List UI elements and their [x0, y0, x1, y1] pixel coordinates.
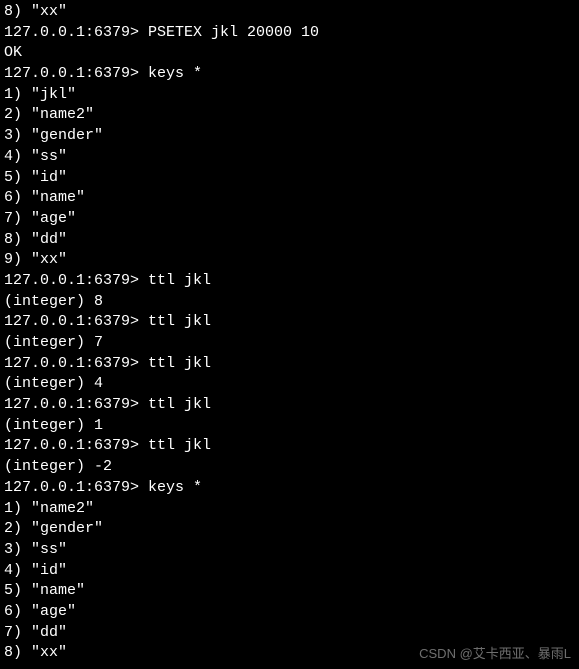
- terminal-line: 3) "gender": [4, 126, 575, 147]
- terminal-line: 127.0.0.1:6379> PSETEX jkl 20000 10: [4, 23, 575, 44]
- terminal-line: 6) "name": [4, 188, 575, 209]
- terminal-line: 7) "age": [4, 209, 575, 230]
- terminal-line: 9) "xx": [4, 250, 575, 271]
- terminal-line: (integer) 4: [4, 374, 575, 395]
- terminal-line: 8) "dd": [4, 230, 575, 251]
- terminal-line: 2) "name2": [4, 105, 575, 126]
- terminal-line: 127.0.0.1:6379> keys *: [4, 478, 575, 499]
- terminal-line: (integer) 7: [4, 333, 575, 354]
- terminal-line: 1) "name2": [4, 499, 575, 520]
- terminal-line: 5) "name": [4, 581, 575, 602]
- terminal-line: (integer) -2: [4, 457, 575, 478]
- terminal-line: 5) "id": [4, 168, 575, 189]
- terminal-line: 4) "id": [4, 561, 575, 582]
- terminal-line: 6) "age": [4, 602, 575, 623]
- watermark: CSDN @艾卡西亚、暴雨L: [419, 645, 571, 663]
- terminal-line: 8) "xx": [4, 2, 575, 23]
- terminal-line: 127.0.0.1:6379> ttl jkl: [4, 436, 575, 457]
- terminal-line: 7) "dd": [4, 623, 575, 644]
- terminal-line: 127.0.0.1:6379> keys *: [4, 64, 575, 85]
- terminal-line: 127.0.0.1:6379> ttl jkl: [4, 354, 575, 375]
- terminal-line: 2) "gender": [4, 519, 575, 540]
- terminal-line: 4) "ss": [4, 147, 575, 168]
- terminal-line: 127.0.0.1:6379> ttl jkl: [4, 312, 575, 333]
- terminal-line: (integer) 8: [4, 292, 575, 313]
- terminal-line: 127.0.0.1:6379> ttl jkl: [4, 395, 575, 416]
- terminal-line: (integer) 1: [4, 416, 575, 437]
- terminal-line: OK: [4, 43, 575, 64]
- terminal-line: 3) "ss": [4, 540, 575, 561]
- terminal-output[interactable]: 8) "xx"127.0.0.1:6379> PSETEX jkl 20000 …: [4, 2, 575, 664]
- terminal-line: 1) "jkl": [4, 85, 575, 106]
- terminal-line: 127.0.0.1:6379> ttl jkl: [4, 271, 575, 292]
